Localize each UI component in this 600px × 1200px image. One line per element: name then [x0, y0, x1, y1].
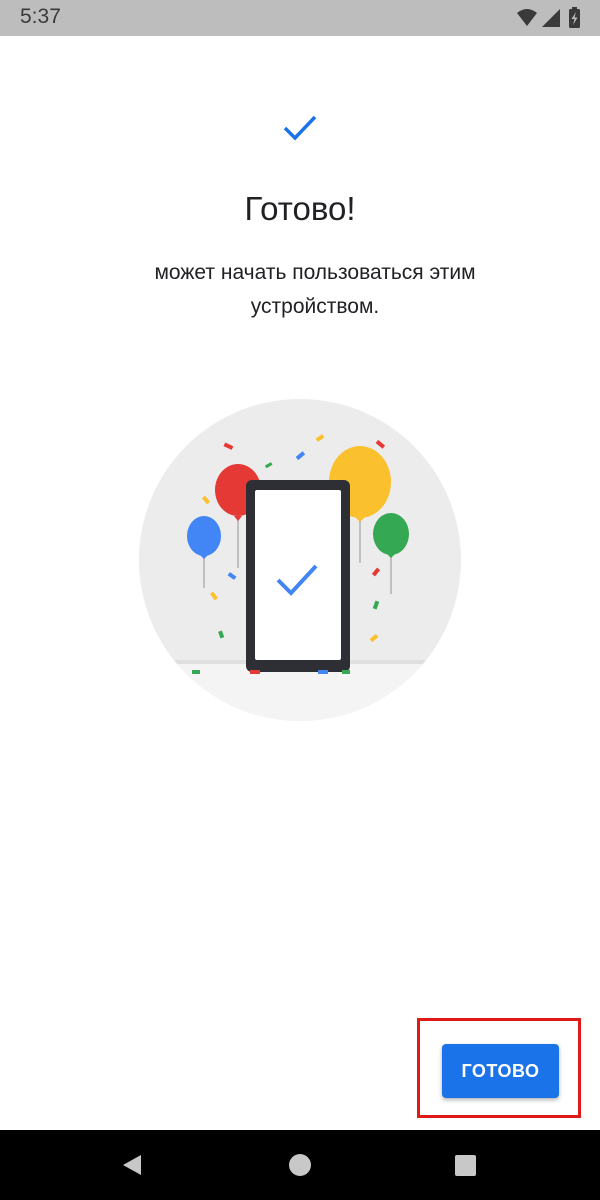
status-icons [517, 7, 580, 28]
cell-signal-icon [542, 9, 560, 27]
done-button[interactable]: ГОТОВО [442, 1044, 559, 1098]
status-bar: 5:37 [0, 0, 600, 36]
home-icon[interactable] [289, 1154, 311, 1176]
wifi-icon [517, 9, 537, 26]
phone-illustration [246, 480, 350, 672]
battery-charging-icon [569, 7, 580, 28]
recents-icon[interactable] [455, 1155, 476, 1176]
phone-celebration-illustration [139, 399, 461, 721]
page-subtitle: может начать пользоваться этим устройств… [154, 261, 476, 318]
navigation-bar [0, 1130, 600, 1200]
status-time: 5:37 [20, 5, 61, 28]
page-title: Готово! [244, 190, 356, 227]
back-icon[interactable] [120, 1153, 144, 1177]
checkmark-icon [283, 115, 317, 141]
setup-complete-screen: 5:37 Готово! может начать пользоваться э… [0, 0, 600, 1200]
